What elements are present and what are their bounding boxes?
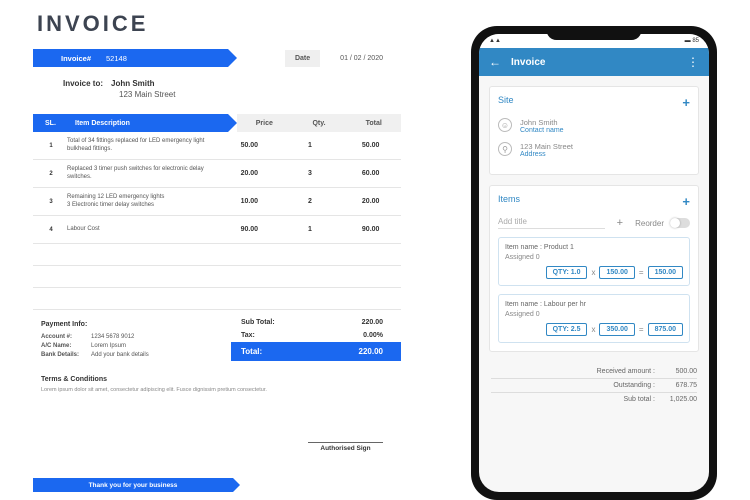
subtotal-value: 220.00 — [362, 319, 383, 326]
line-items-table: SL.Item Description PriceQty.Total 1Tota… — [33, 114, 401, 310]
site-card-title: Site — [498, 95, 514, 110]
to-address: 123 Main Street — [119, 90, 401, 99]
qty-pill[interactable]: QTY: 1.0 — [546, 266, 588, 279]
contact-name: John Smith — [520, 118, 564, 127]
invoice-number-label: Invoice# — [61, 54, 91, 63]
payment-row: A/C Name:Lorem Ipsum — [41, 342, 231, 351]
table-row: 3Remaining 12 LED emergency lights3 Elec… — [33, 188, 401, 216]
back-icon[interactable]: ← — [489, 55, 501, 69]
item-box[interactable]: Item name : Labour per hr Assigned 0 QTY: … — [498, 294, 690, 343]
tax-label: Tax: — [241, 332, 255, 339]
invoice-number-value: 52148 — [106, 54, 127, 63]
terms-body: Lorem ipsum dolor sit amet, consectetur … — [41, 387, 401, 395]
menu-icon[interactable]: ⋮ — [687, 55, 699, 69]
to-name: John Smith — [111, 79, 155, 88]
item-box[interactable]: Item name : Product 1Assigned 0QTY: 1.0x… — [498, 237, 690, 286]
table-row — [33, 288, 401, 310]
outstanding-label: Outstanding : — [613, 382, 655, 389]
person-icon: ☺ — [498, 118, 512, 132]
date-label: Date — [285, 50, 320, 67]
signal-icon: ▲▲ — [489, 38, 501, 44]
site-card: Site + ☺ John SmithContact name ⚲ 123 Ma… — [489, 86, 699, 175]
col-sl: SL. — [45, 120, 75, 127]
table-row: 2Replaced 3 timer push switches for elec… — [33, 160, 401, 188]
invoice-title: INVOICE — [37, 11, 401, 37]
item-name: Item name : Labour per hr — [505, 301, 683, 308]
battery-icon: ▬ 85 — [685, 38, 699, 44]
table-row: 4Labour Cost90.00190.00 — [33, 216, 401, 244]
item-name: Item name : Product 1 — [505, 244, 683, 251]
add-item-button[interactable]: + — [682, 194, 690, 209]
items-card: Items + Add title + Reorder Item name : … — [489, 185, 699, 352]
price-pill[interactable]: 350.00 — [599, 323, 634, 336]
location-icon: ⚲ — [498, 142, 512, 156]
table-row — [33, 266, 401, 288]
totals-box: Sub Total: 220.00 Tax: 0.00% Total: 220.00 — [231, 316, 401, 361]
total-pill: 150.00 — [648, 266, 683, 279]
subtotal-label: Sub Total: — [241, 319, 275, 326]
table-header: SL.Item Description PriceQty.Total — [33, 114, 401, 132]
totals-footer: Received amount : 500.00 Outstanding : 678… — [479, 362, 709, 409]
to-label: Invoice to: — [63, 79, 103, 88]
col-desc: Item Description — [75, 120, 130, 127]
received-value: 500.00 — [661, 368, 697, 375]
grand-value: 220.00 — [359, 347, 383, 356]
invoice-document: INVOICE Invoice# 52148 Date 01 / 02 / 20… — [33, 0, 401, 500]
payment-row: Account #:1234 5678 9012 — [41, 333, 231, 342]
date-value: 01 / 02 / 2020 — [340, 55, 383, 62]
price-pill[interactable]: 150.00 — [599, 266, 634, 279]
terms-title: Terms & Conditions — [41, 375, 401, 385]
signature-line: Authorised Sign — [308, 442, 383, 452]
outstanding-value: 678.75 — [661, 382, 697, 389]
plus-icon[interactable]: + — [617, 217, 623, 229]
total-pill: 875.00 — [648, 323, 683, 336]
address-label: Address — [520, 151, 573, 158]
received-label: Received amount : — [597, 368, 655, 375]
subtotal-value: 1,025.00 — [661, 396, 697, 403]
phone-frame: ▲▲ ▬ 85 ← Invoice ⋮ Site + ☺ John SmithC… — [471, 26, 717, 500]
app-bar: ← Invoice ⋮ — [479, 48, 709, 76]
reorder-label: Reorder — [635, 219, 664, 228]
subtotal-label: Sub total : — [623, 396, 655, 403]
table-row: 1Total of 34 fittings replaced for LED e… — [33, 132, 401, 160]
thanks-ribbon: Thank you for your business — [33, 478, 233, 492]
item-assigned: Assigned 0 — [505, 311, 683, 318]
invoice-to: Invoice to: John Smith 123 Main Street — [63, 79, 401, 99]
grand-label: Total: — [241, 347, 262, 356]
invoice-number-ribbon: Invoice# 52148 — [33, 49, 228, 67]
table-row — [33, 244, 401, 266]
contact-label: Contact name — [520, 127, 564, 134]
date-box: Date 01 / 02 / 2020 — [285, 50, 401, 67]
payment-row: Bank Details:Add your bank details — [41, 351, 231, 360]
add-site-button[interactable]: + — [682, 95, 690, 110]
add-title-input[interactable]: Add title — [498, 217, 605, 229]
items-card-title: Items — [498, 194, 520, 209]
invoice-header: Invoice# 52148 Date 01 / 02 / 2020 — [33, 49, 401, 67]
qty-pill[interactable]: QTY: 2.5 — [546, 323, 588, 336]
phone-notch — [547, 26, 642, 40]
screen-title: Invoice — [511, 57, 545, 68]
terms: Terms & Conditions Lorem ipsum dolor sit… — [41, 375, 401, 394]
item-assigned: Assigned 0 — [505, 254, 683, 261]
col-qty: Qty. — [292, 120, 347, 127]
address-row[interactable]: ⚲ 123 Main StreetAddress — [498, 142, 690, 158]
tax-value: 0.00% — [363, 332, 383, 339]
contact-row[interactable]: ☺ John SmithContact name — [498, 118, 690, 134]
col-price: Price — [237, 120, 292, 127]
col-total: Total — [346, 120, 401, 127]
address-value: 123 Main Street — [520, 142, 573, 151]
reorder-toggle[interactable] — [670, 218, 690, 228]
phone-screen: ▲▲ ▬ 85 ← Invoice ⋮ Site + ☺ John SmithC… — [479, 34, 709, 492]
